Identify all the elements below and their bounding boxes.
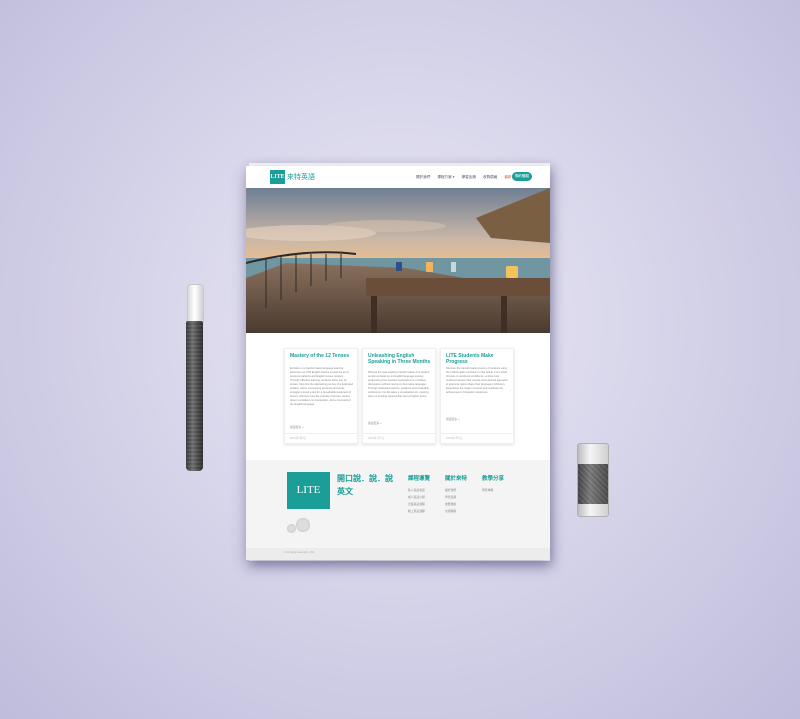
footer-link[interactable]: 學習反饋 xyxy=(445,495,467,499)
footer-link[interactable]: 交通路線 xyxy=(445,509,467,513)
site-footer: LITE 開口說．說．說英文 課程導覽 私人英語會話 成人英語小組 企業英語課程… xyxy=(246,460,550,548)
copyright-text: © All rights reserved. LITE xyxy=(284,551,315,554)
read-more-link[interactable]: 閱讀更多 » xyxy=(290,425,304,429)
eraser-sleeve xyxy=(578,464,608,504)
site-header: LITE 來特英語 關於我們 課程方案 ▾ 學習反饋 收費價格 最新消息 預約體… xyxy=(246,166,550,188)
footer-column-courses: 課程導覽 私人英語會話 成人英語小組 企業英語課程 線上英語課程 xyxy=(408,474,430,513)
card-divider xyxy=(285,433,357,434)
footer-slogan: 開口說．說．說英文 xyxy=(337,474,393,496)
nav-item-feedback[interactable]: 學習反饋 xyxy=(462,175,476,180)
site-brand-name[interactable]: 來特英語 xyxy=(287,172,315,182)
speech-bubble-icon xyxy=(287,524,296,533)
footer-link[interactable]: 關於我們 xyxy=(445,488,467,492)
article-title[interactable]: Mastery of the 12 Tenses xyxy=(290,353,353,359)
article-title[interactable]: Unleashing English Speaking in Three Mon… xyxy=(368,353,431,365)
article-date: 2023年7月3日 xyxy=(368,437,385,440)
footer-column-heading: 教學分享 xyxy=(482,476,505,482)
article-title[interactable]: LITE Students Make Progress xyxy=(446,353,509,365)
pen-body xyxy=(186,321,203,471)
footer-link[interactable]: 學習專欄 xyxy=(482,488,504,492)
card-divider xyxy=(441,433,513,434)
site-logo[interactable]: LITE xyxy=(270,170,285,184)
article-date: 2023年7月3日 xyxy=(446,437,463,440)
article-card[interactable]: LITE Students Make Progress Discover the… xyxy=(440,348,514,444)
article-card[interactable]: Unleashing English Speaking in Three Mon… xyxy=(362,348,436,444)
footer-logo[interactable]: LITE xyxy=(287,472,330,509)
pen xyxy=(186,284,204,474)
read-more-link[interactable]: 閱讀更多 » xyxy=(446,417,460,421)
footer-link[interactable]: 私人英語會話 xyxy=(408,488,430,492)
article-card[interactable]: Mastery of the 12 Tenses Embark on a tra… xyxy=(284,348,358,444)
book-trial-button[interactable]: 預約體驗 xyxy=(512,172,532,181)
hero-image xyxy=(246,188,550,333)
speech-bubble-icon xyxy=(296,518,310,532)
article-excerpt: Witness the awe-inspiring transformation… xyxy=(368,371,430,398)
footer-column-about: 關於來特 關於我們 學習反饋 收費價格 交通路線 xyxy=(445,474,467,513)
footer-column-sharing: 教學分享 學習專欄 xyxy=(482,474,504,492)
nav-item-courses[interactable]: 課程方案 ▾ xyxy=(437,175,454,180)
article-cards: Mastery of the 12 Tenses Embark on a tra… xyxy=(284,348,514,444)
article-date: 2023年7月3日 xyxy=(290,437,307,440)
printed-webpage: LITE 來特英語 關於我們 課程方案 ▾ 學習反饋 收費價格 最新消息 預約體… xyxy=(246,166,550,560)
read-more-link[interactable]: 閱讀更多 » xyxy=(368,421,382,425)
card-divider xyxy=(363,433,435,434)
pen-cap xyxy=(187,284,204,324)
footer-column-heading: 課程導覽 xyxy=(408,476,431,482)
footer-link[interactable]: 企業英語課程 xyxy=(408,502,430,506)
nav-item-about[interactable]: 關於我們 xyxy=(416,175,430,180)
article-excerpt: Discover the transformative journey of s… xyxy=(446,367,508,394)
hero-deck-scene-image xyxy=(246,188,550,333)
article-excerpt: Embark on a transformative language lear… xyxy=(290,367,353,406)
footer-link[interactable]: 收費價格 xyxy=(445,502,467,506)
eraser xyxy=(577,443,609,517)
footer-link[interactable]: 線上英語課程 xyxy=(408,509,430,513)
footer-link[interactable]: 成人英語小組 xyxy=(408,495,430,499)
footer-column-heading: 關於來特 xyxy=(445,476,468,482)
nav-item-pricing[interactable]: 收費價格 xyxy=(483,175,497,180)
main-nav: 關於我們 課程方案 ▾ 學習反饋 收費價格 最新消息 xyxy=(416,175,519,180)
copyright-bar: © All rights reserved. LITE xyxy=(246,548,550,560)
